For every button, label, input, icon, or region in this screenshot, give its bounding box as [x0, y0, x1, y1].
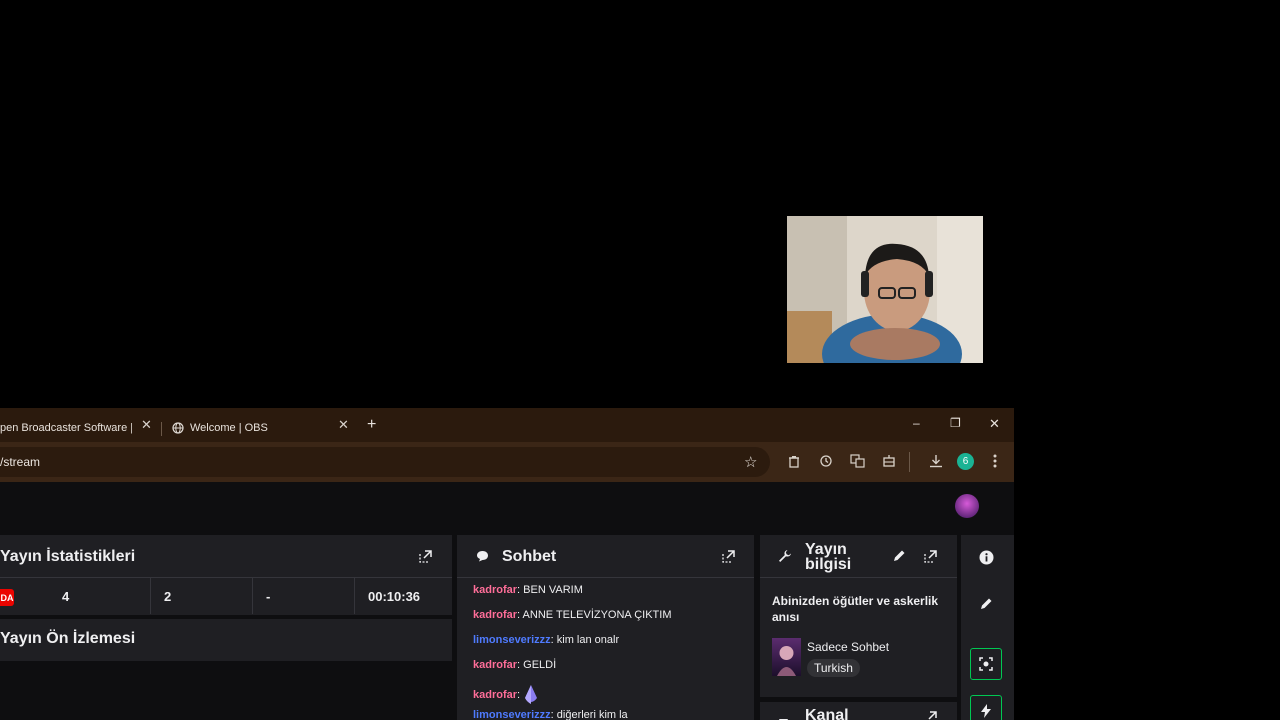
tab-bar: pen Broadcaster Software | O ✕ Welcome |…: [0, 408, 1014, 442]
pencil-icon: [980, 598, 991, 609]
info-button[interactable]: [970, 541, 1002, 573]
trash-icon[interactable]: [785, 452, 803, 470]
language-tag[interactable]: Turkish: [807, 659, 860, 677]
chat-username[interactable]: limonseverizzz: [473, 634, 551, 646]
translate-icon[interactable]: [848, 452, 866, 470]
chat-text: GELDİ: [523, 659, 557, 671]
chat-panel-title: Sohbet: [502, 548, 557, 565]
popout-icon[interactable]: [417, 548, 433, 564]
tab-welcome-obs[interactable]: Welcome | OBS ✕: [172, 414, 352, 442]
menu-kebab-icon[interactable]: [986, 452, 1004, 470]
browser-window: pen Broadcaster Software | O ✕ Welcome |…: [0, 408, 1014, 720]
close-icon[interactable]: ✕: [338, 417, 349, 433]
chat-text: diğerleri kim la: [556, 709, 628, 720]
extension-icon[interactable]: [880, 452, 898, 470]
minimize-button[interactable]: –: [913, 416, 920, 430]
chat-username[interactable]: kadrofar: [473, 584, 517, 596]
info-icon: [979, 550, 993, 564]
popout-icon[interactable]: [922, 548, 938, 564]
chat-username[interactable]: kadrofar: [473, 659, 517, 671]
new-tab-button[interactable]: +: [367, 416, 376, 434]
stats-row: DA 4 2 - 00:10:36: [0, 578, 452, 614]
profile-avatar[interactable]: 6: [957, 453, 974, 470]
history-icon[interactable]: [817, 452, 835, 470]
close-icon[interactable]: ✕: [141, 417, 152, 433]
divider: [252, 578, 253, 614]
follower-count: 2: [164, 588, 172, 604]
address-bar: /stream ☆ 6: [0, 442, 1014, 482]
category-boxart[interactable]: [772, 638, 801, 676]
chat-text: kim lan onalr: [556, 634, 620, 646]
preview-panel-title: Yayın Ön İzlemesi: [0, 630, 136, 647]
stats-panel-title: Yayın İstatistikleri: [0, 548, 136, 565]
chat-message: kadrofar: BEN VARIM: [473, 584, 583, 596]
divider: [457, 577, 754, 578]
channel-panel: Kanal: [760, 702, 957, 720]
url-text: /stream: [0, 455, 41, 469]
chat-panel: Sohbet kadrofar: BEN VARIM kadrofar: ANN…: [457, 535, 754, 720]
crystal-emote-icon: [525, 685, 538, 704]
restore-button[interactable]: ❐: [950, 416, 961, 430]
wrench-icon: [779, 550, 791, 562]
webcam-overlay: [787, 216, 983, 363]
live-badge: DA: [0, 589, 14, 606]
chat-message: kadrofar: ANNE TELEVİZYONA ÇIKTIM: [473, 609, 672, 621]
window-close-button[interactable]: ✕: [989, 416, 1000, 432]
lightning-icon: [981, 704, 991, 718]
channel-panel-title: Kanal: [805, 707, 849, 720]
session-duration: 00:10:36: [368, 588, 421, 604]
tab-label: pen Broadcaster Software | O: [0, 422, 132, 434]
stream-title-text: Abinizden öğütler ve askerlik anısı: [772, 594, 939, 624]
toolbar-divider: [909, 452, 910, 472]
clip-button[interactable]: [970, 648, 1002, 680]
stream-stats-panel: Yayın İstatistikleri DA 4 2 - 00:10:36: [0, 535, 452, 615]
url-field[interactable]: /stream ☆: [0, 447, 770, 477]
stream-preview-panel: Yayın Ön İzlemesi: [0, 619, 452, 661]
chat-message: kadrofar:: [473, 684, 539, 706]
stream-info-title: Yayın bilgisi: [805, 541, 852, 573]
divider: [760, 577, 957, 578]
edit-button[interactable]: [970, 587, 1002, 619]
subscriber-count: -: [266, 588, 271, 604]
stream-info-panel: Yayın bilgisi Abinizden öğütler ve asker…: [760, 535, 957, 697]
tab-obs-project[interactable]: pen Broadcaster Software | O ✕: [0, 414, 155, 442]
chat-bubble-icon: [477, 551, 488, 562]
tab-divider: [161, 422, 162, 436]
chat-username[interactable]: kadrofar: [473, 689, 517, 701]
channel-avatar[interactable]: [955, 494, 979, 518]
popout-icon[interactable]: [720, 548, 736, 564]
chat-message: kadrofar: GELDİ: [473, 659, 557, 671]
divider: [150, 578, 151, 614]
quick-action-button[interactable]: [970, 695, 1002, 720]
chat-username[interactable]: kadrofar: [473, 609, 517, 621]
viewer-count: 4: [62, 588, 70, 604]
chat-text: BEN VARIM: [523, 584, 583, 596]
clip-icon: [979, 657, 993, 671]
chat-username[interactable]: limonseverizzz: [473, 709, 551, 720]
chat-message: limonseverizzz: diğerleri kim la: [473, 709, 628, 720]
chat-text: ANNE TELEVİZYONA ÇIKTIM: [522, 609, 672, 621]
chat-message: limonseverizzz: kim lan onalr: [473, 634, 620, 646]
divider: [354, 578, 355, 614]
tab-label: Welcome | OBS: [190, 422, 268, 434]
category-name[interactable]: Sadece Sohbet: [807, 640, 889, 654]
pencil-icon[interactable]: [893, 549, 906, 562]
globe-icon: [172, 422, 184, 434]
popout-icon[interactable]: [922, 709, 938, 720]
download-icon[interactable]: [927, 452, 945, 470]
creator-dashboard-topbar: [0, 482, 1014, 530]
star-icon[interactable]: ☆: [744, 453, 757, 471]
